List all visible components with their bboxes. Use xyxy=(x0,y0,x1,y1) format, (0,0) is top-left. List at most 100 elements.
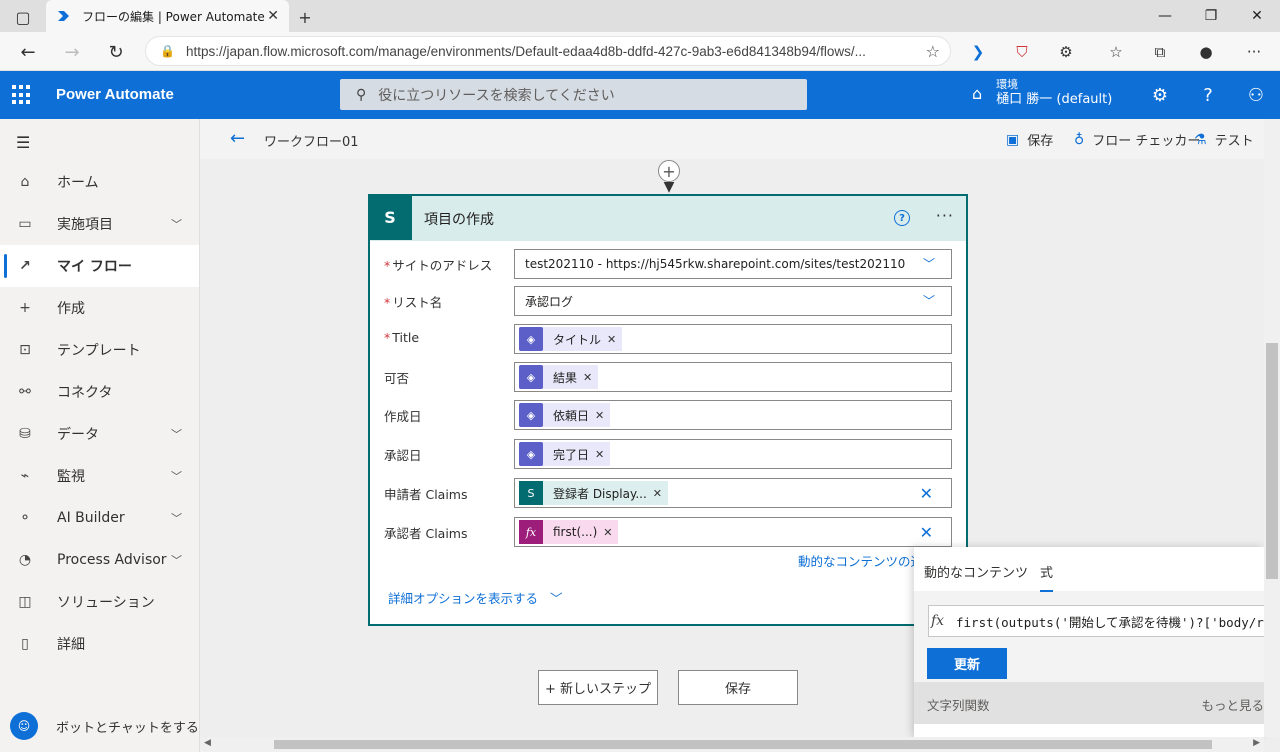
new-tab-icon[interactable]: + xyxy=(294,6,316,28)
tab-dynamic-content[interactable]: 動的なコンテンツ xyxy=(924,562,1028,581)
expression-text: first(outputs('開始して承認を待機')?['body/respon… xyxy=(956,614,1264,630)
sidebar-item-templates[interactable]: ⊡ テンプレート xyxy=(0,329,199,371)
sidebar-item-my-flows[interactable]: ↗ マイ フロー xyxy=(0,245,199,287)
show-advanced-options-link[interactable]: 詳細オプションを表示する ﹀ xyxy=(388,588,563,607)
sidebar-item-connectors[interactable]: ⚯ コネクタ xyxy=(0,371,199,413)
chat-bot-button[interactable]: ☺ ボットとチャットをする xyxy=(10,712,199,740)
app-title[interactable]: Power Automate xyxy=(56,86,174,103)
more-options-icon[interactable]: ··· xyxy=(936,206,954,225)
see-more-link[interactable]: もっと見る xyxy=(1201,695,1264,714)
favorites-icon[interactable]: ☆ xyxy=(1104,40,1128,64)
home-icon: ⌂ xyxy=(20,174,30,190)
refresh-icon[interactable]: ↻ xyxy=(102,38,130,66)
scroll-thumb[interactable] xyxy=(1266,343,1278,579)
dynamic-token[interactable]: S 登録者 Display... ✕ xyxy=(519,481,668,505)
test-command[interactable]: ⚗ テスト xyxy=(1194,130,1254,150)
forward-icon[interactable]: → xyxy=(58,38,86,66)
approval-icon: ◈ xyxy=(519,327,543,351)
clear-icon[interactable]: ✕ xyxy=(920,484,933,503)
created-date-input[interactable]: ◈ 依頼日 ✕ xyxy=(514,400,952,430)
back-arrow-icon[interactable]: ← xyxy=(230,128,245,149)
collections-icon[interactable]: ⧉ xyxy=(1148,40,1172,64)
expression-token[interactable]: fx first(...) ✕ xyxy=(519,520,619,544)
minimize-icon[interactable]: — xyxy=(1142,0,1188,32)
tab-actions-icon[interactable]: ▢ xyxy=(12,6,34,28)
sidebar-item-learn[interactable]: ▯ 詳細 xyxy=(0,623,199,665)
plug-icon: ⚯ xyxy=(19,384,31,400)
hamburger-icon[interactable]: ☰ xyxy=(16,133,30,152)
sidebar-item-data[interactable]: ⛁ データ ﹀ xyxy=(0,413,199,455)
flow-icon: ↗ xyxy=(19,258,31,274)
sidebar-item-monitor[interactable]: ⌁ 監視 ﹀ xyxy=(0,455,199,497)
horizontal-scrollbar[interactable]: ◀ ▶ xyxy=(200,737,1264,752)
list-name-dropdown[interactable]: 承認ログ ﹀ xyxy=(514,286,952,316)
dynamic-token[interactable]: ◈ タイトル ✕ xyxy=(519,327,623,351)
vertical-scrollbar[interactable] xyxy=(1264,119,1280,737)
sidebar-item-process-advisor[interactable]: ◔ Process Advisor ﹀ xyxy=(0,539,199,581)
power-automate-extension-icon[interactable]: ❯ xyxy=(966,40,990,64)
settings-more-icon[interactable]: ··· xyxy=(1242,40,1266,64)
approved-date-input[interactable]: ◈ 完了日 ✕ xyxy=(514,439,952,469)
help-icon[interactable]: ? xyxy=(1196,83,1220,107)
help-icon[interactable]: ? xyxy=(894,210,910,226)
environment-icon: ⌂ xyxy=(972,83,983,103)
approver-claims-input[interactable]: fx first(...) ✕ ✕ xyxy=(514,517,952,547)
chevron-down-icon: ﹀ xyxy=(550,591,563,606)
dynamic-token[interactable]: ◈ 完了日 ✕ xyxy=(519,442,611,466)
gear-icon[interactable]: ⚙ xyxy=(1148,83,1172,107)
account-icon[interactable]: ⚇ xyxy=(1244,83,1268,107)
close-window-icon[interactable]: ✕ xyxy=(1234,0,1280,32)
expression-input[interactable]: fx first(outputs('開始して承認を待機')?['body/res… xyxy=(928,605,1264,637)
flow-name: ワークフロー01 xyxy=(264,135,359,150)
sharepoint-icon: S xyxy=(368,195,412,240)
requester-claims-input[interactable]: S 登録者 Display... ✕ ✕ xyxy=(514,478,952,508)
environment-name: 樋口 勝一 (default) xyxy=(996,92,1113,107)
result-input[interactable]: ◈ 結果 ✕ xyxy=(514,362,952,392)
add-dynamic-content-link[interactable]: 動的なコンテンツの追 xyxy=(798,551,923,570)
field-label: 承認者 Claims xyxy=(384,526,468,541)
chevron-down-icon[interactable]: ﹀ xyxy=(923,292,935,309)
environment-picker[interactable]: ⌂ 環境 樋口 勝一 (default) xyxy=(972,78,1112,108)
favorite-add-icon[interactable]: ☆ xyxy=(926,42,940,61)
back-icon[interactable]: ← xyxy=(14,38,42,66)
chevron-down-icon: ﹀ xyxy=(171,512,182,525)
update-button[interactable]: 更新 xyxy=(927,648,1007,679)
save-button[interactable]: 保存 xyxy=(678,670,798,705)
shield-extension-icon[interactable]: ⛉ xyxy=(1010,40,1034,64)
clear-icon[interactable]: ✕ xyxy=(920,523,933,542)
title-input[interactable]: ◈ タイトル ✕ xyxy=(514,324,952,354)
dynamic-token[interactable]: ◈ 依頼日 ✕ xyxy=(519,403,611,427)
flow-checker-command[interactable]: ♁ フロー チェッカー xyxy=(1074,130,1200,150)
app-launcher-icon[interactable] xyxy=(12,85,32,105)
extensions-icon[interactable]: ⚙ xyxy=(1054,40,1078,64)
flyout-tabs: 動的なコンテンツ 式 xyxy=(914,547,1264,592)
search-input[interactable]: ⚲ 役に立つリソースを検索してください xyxy=(340,79,807,110)
sidebar-item-create[interactable]: + 作成 xyxy=(0,287,199,329)
scroll-left-icon[interactable]: ◀ xyxy=(204,738,211,748)
remove-token-icon[interactable]: ✕ xyxy=(653,487,662,500)
profile-icon[interactable]: ● xyxy=(1194,40,1218,64)
card-header[interactable]: S 項目の作成 ? ··· xyxy=(368,195,966,241)
browser-tab[interactable]: フローの編集 | Power Automate ✕ xyxy=(46,0,289,32)
remove-token-icon[interactable]: ✕ xyxy=(595,409,604,422)
dynamic-token[interactable]: ◈ 結果 ✕ xyxy=(519,365,599,389)
remove-token-icon[interactable]: ✕ xyxy=(583,371,592,384)
sidebar-item-action-items[interactable]: ▭ 実施項目 ﹀ xyxy=(0,203,199,245)
tab-expression[interactable]: 式 xyxy=(1040,562,1054,592)
site-address-dropdown[interactable]: test202110 - https://hj545rkw.sharepoint… xyxy=(514,249,952,279)
sidebar-item-ai-builder[interactable]: ⚬ AI Builder ﹀ xyxy=(0,497,199,539)
new-step-button[interactable]: + 新しいステップ xyxy=(538,670,658,705)
scroll-thumb[interactable] xyxy=(274,740,1212,749)
scroll-right-icon[interactable]: ▶ xyxy=(1253,738,1260,748)
save-command[interactable]: ▣ 保存 xyxy=(1006,130,1053,150)
close-tab-icon[interactable]: ✕ xyxy=(267,8,279,24)
remove-token-icon[interactable]: ✕ xyxy=(603,526,612,539)
restore-icon[interactable]: ❐ xyxy=(1188,0,1234,32)
remove-token-icon[interactable]: ✕ xyxy=(607,333,616,346)
sidebar-item-solutions[interactable]: ◫ ソリューション xyxy=(0,581,199,623)
chevron-down-icon[interactable]: ﹀ xyxy=(923,255,935,272)
sidebar-item-home[interactable]: ⌂ ホーム xyxy=(0,161,199,203)
address-bar[interactable]: 🔒 https://japan.flow.microsoft.com/manag… xyxy=(145,36,951,66)
approval-icon: ◈ xyxy=(519,403,543,427)
remove-token-icon[interactable]: ✕ xyxy=(595,448,604,461)
